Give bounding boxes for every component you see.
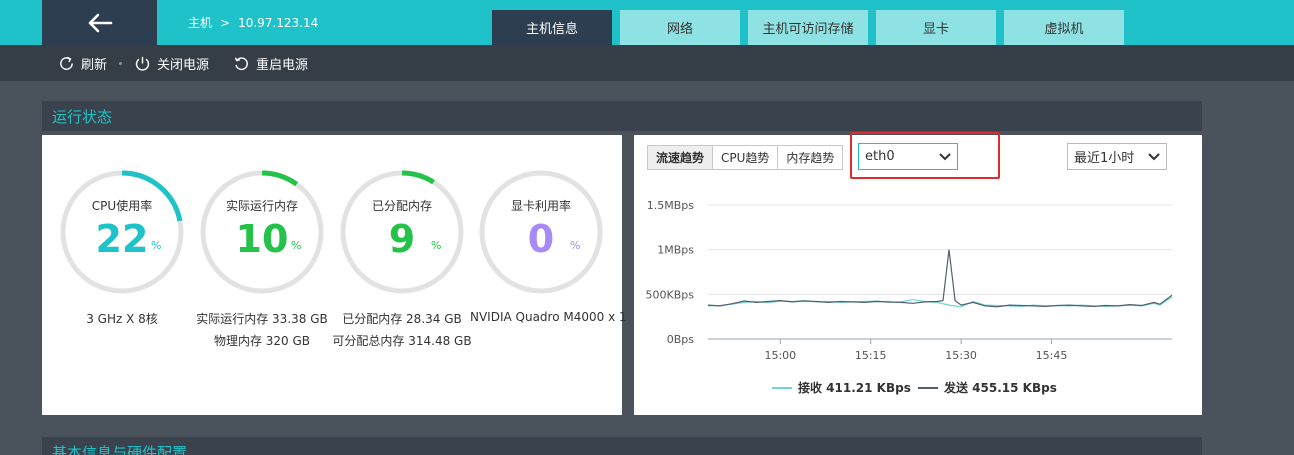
gauge-unit: % (151, 239, 162, 252)
gauge-label: CPU使用率 (91, 199, 153, 213)
series-line-send (707, 249, 1173, 308)
breadcrumb-item-host[interactable]: 主机 (188, 14, 212, 31)
gauge-label: 实际运行内存 (225, 199, 298, 213)
tab-host-storage[interactable]: 主机可访问存储 (748, 10, 868, 45)
breadcrumb-item-ip: 10.97.123.14 (238, 15, 319, 30)
section-title-status: 运行状态 (52, 107, 113, 126)
gauge-detail-text: 已分配内存 28.34 GB (342, 312, 462, 326)
legend-receive: 接收 411.21 KBps (772, 379, 911, 396)
gauge-label: 已分配内存 (371, 199, 432, 213)
gauge-unit: % (431, 239, 442, 252)
y-tick-label: 1.5MBps (647, 199, 695, 212)
arrow-left-icon (88, 13, 112, 32)
refresh-button[interactable]: 刷新 (58, 54, 107, 73)
power-icon (135, 56, 150, 71)
toolbar-divider (119, 61, 123, 65)
back-button[interactable] (42, 0, 157, 45)
legend-receive-swatch (772, 386, 792, 389)
trend-chart-panel: 流速趋势 CPU趋势 内存趋势 eth0 最近1小时 1.5MBps 1MBps 5… (634, 132, 1202, 415)
tab-vm[interactable]: 虚拟机 (1004, 10, 1124, 45)
tab-gpu[interactable]: 显卡 (876, 10, 996, 45)
refresh-label: 刷新 (81, 57, 108, 73)
section-header-status: 运行状态 (42, 101, 1202, 131)
gauge-detail-text: 可分配总内存 314.48 GB (332, 334, 472, 348)
gauge-detail-text: 实际运行内存 33.38 GB (196, 312, 328, 326)
refresh-icon (60, 56, 73, 70)
breadcrumb: 主机 > 10.97.123.14 (188, 0, 318, 45)
gauge-2: 已分配内存 9% (339, 169, 465, 295)
tab-host-info[interactable]: 主机信息 (492, 10, 612, 45)
restart-icon (234, 56, 248, 70)
gauge-0: CPU使用率 22% (59, 169, 185, 295)
gauge-value: 9 (388, 217, 416, 261)
top-header: 主机 > 10.97.123.14 主机信息 网络 主机可访问存储 显卡 虚拟机 (0, 0, 1294, 45)
gauge-unit: % (291, 239, 302, 252)
action-toolbar: 刷新 关闭电源 重启电源 (0, 45, 1294, 81)
gauge-value: 10 (235, 217, 289, 261)
x-tick-label: 15:00 (764, 349, 796, 362)
shutdown-button[interactable]: 关闭电源 (134, 54, 209, 73)
x-tick-label: 15:15 (855, 349, 887, 362)
tab-network[interactable]: 网络 (620, 10, 740, 45)
gauge-detail-text: 物理内存 320 GB (213, 334, 311, 348)
network-trend-chart: 1.5MBps 1MBps 500KBps 0Bps 15:00 15:15 15:30 15… (646, 199, 1173, 362)
y-tick-label: 0Bps (667, 333, 695, 346)
legend-receive-label: 接收 411.21 KBps (798, 381, 911, 395)
legend-send-swatch (918, 386, 938, 389)
y-tick-label: 1MBps (657, 244, 694, 257)
breadcrumb-separator: > (220, 15, 231, 30)
x-tick-label: 15:30 (945, 349, 977, 362)
gauge-label: 显卡利用率 (510, 199, 571, 213)
x-tick-label: 15:45 (1036, 349, 1068, 362)
gauge-value: 22 (95, 217, 149, 261)
section-title-basic-info: 基本信息与硬件配置 (52, 443, 188, 455)
resource-gauges-panel: CPU使用率 22% 实际运行内存 10% 已分配内存 9% 显卡利用率 0% 3 GHz X … (42, 135, 627, 415)
y-tick-label: 500KBps (646, 288, 695, 301)
gauge-detail-text: 3 GHz X 8核 (86, 312, 158, 326)
gauge-value: 0 (527, 217, 555, 261)
legend-send: 发送 455.15 KBps (918, 379, 1057, 396)
gauge-3: 显卡利用率 0% (478, 169, 604, 295)
restart-button[interactable]: 重启电源 (233, 54, 308, 73)
gauge-unit: % (570, 239, 581, 252)
shutdown-label: 关闭电源 (157, 57, 210, 73)
gauge-detail-text: NVIDIA Quadro M4000 x 1 (470, 310, 627, 324)
gauge-1: 实际运行内存 10% (199, 169, 325, 295)
restart-label: 重启电源 (256, 57, 309, 73)
legend-send-label: 发送 455.15 KBps (944, 381, 1057, 395)
section-header-basic-info: 基本信息与硬件配置 (42, 437, 1202, 455)
